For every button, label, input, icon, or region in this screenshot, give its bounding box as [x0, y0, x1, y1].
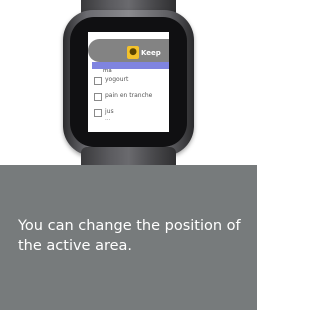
lightbulb-icon[interactable]: ● — [127, 46, 139, 59]
checkbox[interactable] — [94, 109, 102, 117]
checkbox[interactable] — [94, 93, 102, 101]
partial-list-item: ... — [105, 116, 111, 122]
checkbox[interactable] — [94, 77, 102, 85]
watch-strap-bottom — [81, 147, 176, 165]
list-item[interactable]: jus — [88, 105, 169, 121]
list-item-label: jus — [105, 108, 114, 115]
list-item[interactable]: pain en tranche — [88, 89, 169, 105]
watch-screen: ma yogourt pain en tranche jus ... ● Kee… — [88, 32, 169, 132]
list-item-label: pain en tranche — [105, 92, 153, 99]
app-name: Keep — [141, 49, 161, 57]
caption-panel: You can change the position of the activ… — [0, 165, 257, 310]
checklist: yogourt pain en tranche jus — [88, 73, 169, 121]
watch-preview: ma yogourt pain en tranche jus ... ● Kee… — [0, 0, 257, 165]
list-item-label: yogourt — [105, 76, 129, 83]
caption-text: You can change the position of the activ… — [18, 218, 241, 254]
list-item[interactable]: yogourt — [88, 73, 169, 89]
